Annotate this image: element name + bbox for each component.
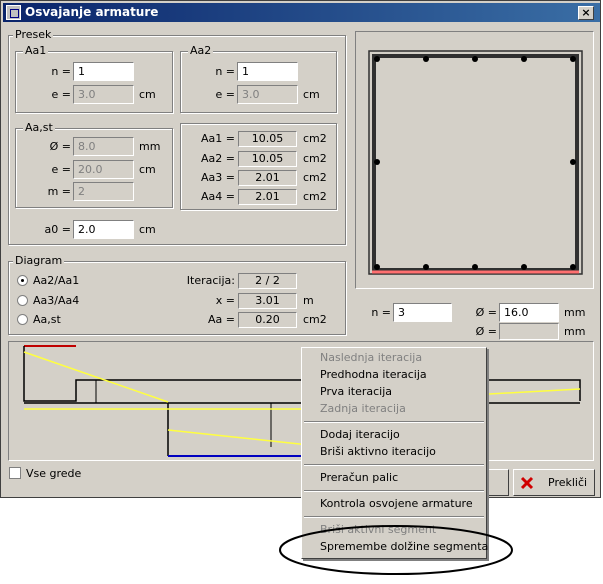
- aa1-n-label: n =: [51, 65, 71, 78]
- bars-diameter1-unit: mm: [564, 306, 586, 319]
- a0-input[interactable]: 2.0: [73, 220, 134, 239]
- aa-label: Aa =: [208, 313, 235, 326]
- presek-group-label: Presek: [13, 28, 54, 41]
- menu-separator: [304, 464, 484, 466]
- menu-item-check-reinforcement[interactable]: Kontrola osvojene armature: [320, 497, 473, 510]
- area-aa4-value: 2.01: [238, 189, 297, 205]
- bars-n-label: n =: [371, 306, 391, 319]
- menu-item-recalculate-bars[interactable]: Preračun palic: [320, 471, 398, 484]
- app-icon: [6, 5, 21, 20]
- area-aa3-value: 2.01: [238, 170, 297, 186]
- area-aa4-unit: cm2: [303, 190, 327, 203]
- diagram-group-label: Diagram: [13, 254, 65, 267]
- aast-e-label: e =: [51, 163, 71, 176]
- menu-item-next-iteration[interactable]: Naslednja iteracija: [320, 351, 422, 364]
- aast-m-input: 2: [73, 182, 134, 201]
- bars-diameter1-label: Ø =: [475, 306, 497, 319]
- vse-grede-label[interactable]: Vse grede: [26, 467, 81, 480]
- aa2-n-input[interactable]: 1: [237, 62, 298, 81]
- iteration-label: Iteracija:: [186, 274, 235, 287]
- aast-e-input: 20.0: [73, 160, 134, 179]
- aa1-group-label: Aa1: [23, 44, 49, 57]
- menu-separator: [304, 516, 484, 518]
- title-bar: Osvajanje armature ×: [3, 3, 600, 22]
- aa2-e-unit: cm: [303, 88, 320, 101]
- radio-aast-label[interactable]: Aa,st: [33, 313, 61, 326]
- aast-diameter-unit: mm: [139, 140, 161, 153]
- vse-grede-checkbox[interactable]: [9, 467, 21, 479]
- radio-aa3-aa4[interactable]: [17, 295, 28, 306]
- area-aa3-label: Aa3 =: [201, 171, 235, 184]
- bars-diameter2-label: Ø =: [475, 325, 497, 338]
- radio-aa2-aa1[interactable]: [17, 275, 28, 286]
- bars-diameter2-unit: mm: [564, 325, 586, 338]
- window-title: Osvajanje armature: [25, 5, 159, 19]
- menu-item-delete-iteration[interactable]: Briši aktivno iteracijo: [320, 445, 436, 458]
- area-aa4-label: Aa4 =: [201, 190, 235, 203]
- bars-diameter1-input[interactable]: 16.0: [499, 303, 559, 322]
- menu-item-first-iteration[interactable]: Prva iteracija: [320, 385, 392, 398]
- aa2-n-label: n =: [215, 65, 235, 78]
- radio-aast[interactable]: [17, 314, 28, 325]
- aast-e-unit: cm: [139, 163, 156, 176]
- aa2-e-label: e =: [215, 88, 235, 101]
- radio-aa3-aa4-label[interactable]: Aa3/Aa4: [33, 294, 79, 307]
- a0-unit: cm: [139, 223, 156, 236]
- close-button[interactable]: ×: [578, 6, 594, 20]
- area-aa3-unit: cm2: [303, 171, 327, 184]
- cross-section-drawing: [368, 50, 583, 275]
- aa2-group-label: Aa2: [188, 44, 214, 57]
- bars-n-input[interactable]: 3: [393, 303, 452, 322]
- menu-separator: [304, 421, 484, 423]
- area-aa1-unit: cm2: [303, 132, 327, 145]
- aa2-e-input: 3.0: [237, 85, 298, 104]
- area-aa2-label: Aa2 =: [201, 152, 235, 165]
- aast-group-label: Aa,st: [23, 121, 55, 134]
- aa1-e-unit: cm: [139, 88, 156, 101]
- annotation-ellipse: [279, 525, 513, 575]
- menu-item-last-iteration[interactable]: Zadnja iteracija: [320, 402, 406, 415]
- menu-separator: [304, 490, 484, 492]
- aa1-e-input: 3.0: [73, 85, 134, 104]
- iteration-value: 2 / 2: [238, 273, 297, 289]
- red-x-icon: [520, 476, 534, 490]
- radio-aa2-aa1-label[interactable]: Aa2/Aa1: [33, 274, 79, 287]
- aast-diameter-input: 8.0: [73, 137, 134, 156]
- cancel-button[interactable]: Prekliči: [513, 469, 595, 496]
- aa-value: 0.20: [238, 312, 297, 328]
- aa1-n-input[interactable]: 1: [73, 62, 134, 81]
- menu-item-add-iteration[interactable]: Dodaj iteracijo: [320, 428, 400, 441]
- aast-m-label: m =: [47, 185, 71, 198]
- menu-item-previous-iteration[interactable]: Predhodna iteracija: [320, 368, 427, 381]
- x-value: 3.01: [238, 293, 297, 309]
- cancel-button-label: Prekliči: [548, 476, 588, 489]
- aa1-e-label: e =: [51, 88, 71, 101]
- aast-diameter-label: Ø =: [49, 140, 71, 153]
- area-aa1-value: 10.05: [238, 131, 297, 147]
- aa-unit: cm2: [303, 313, 327, 326]
- x-unit: m: [303, 294, 314, 307]
- area-aa1-label: Aa1 =: [201, 132, 235, 145]
- a0-label: a0 =: [44, 223, 71, 236]
- cross-section-panel: [355, 31, 594, 289]
- x-label: x =: [215, 294, 235, 307]
- bars-diameter2-input: [499, 323, 559, 340]
- area-aa2-unit: cm2: [303, 152, 327, 165]
- area-aa2-value: 10.05: [238, 151, 297, 167]
